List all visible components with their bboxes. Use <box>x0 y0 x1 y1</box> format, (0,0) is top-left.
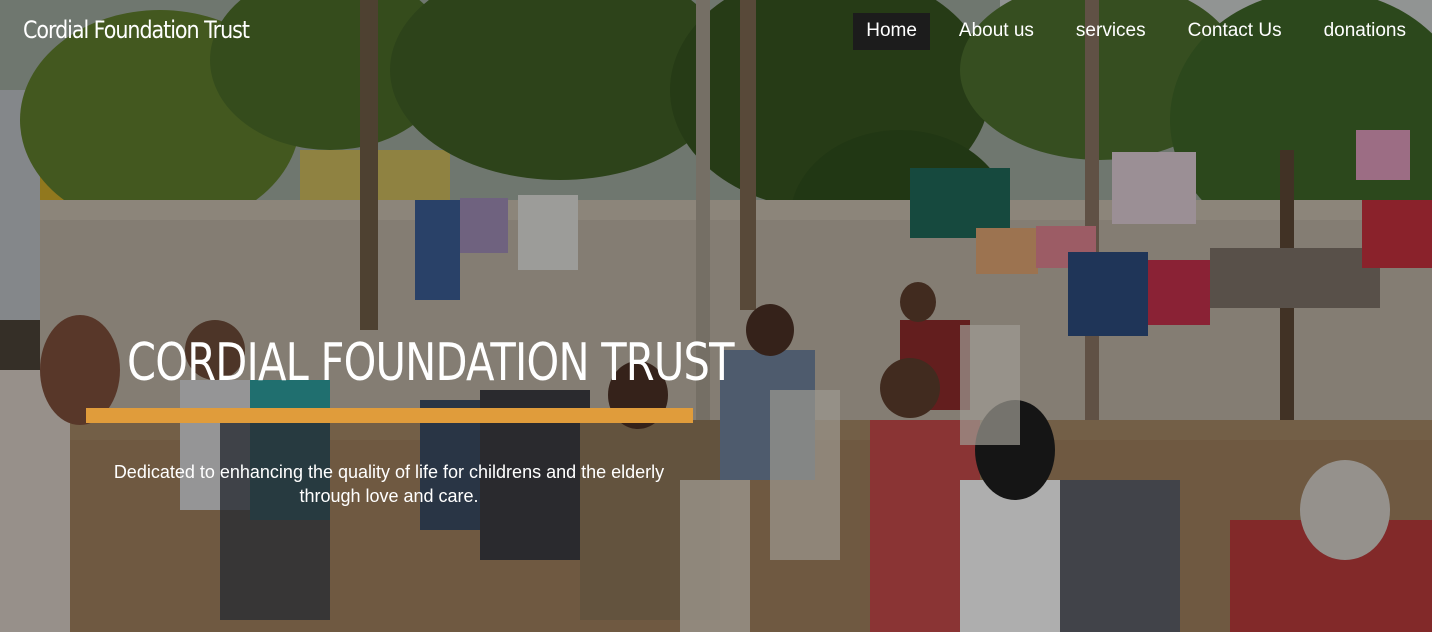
site-brand-logo[interactable]: Cordial Foundation Trust <box>23 16 250 44</box>
nav-home[interactable]: Home <box>853 13 930 50</box>
hero-title: CORDIAL FOUNDATION TRUST <box>127 333 735 393</box>
nav-contact-us[interactable]: Contact Us <box>1175 13 1295 50</box>
main-nav: Home About us services Contact Us donati… <box>853 13 1432 50</box>
nav-about-us[interactable]: About us <box>946 13 1047 50</box>
hero-dark-overlay <box>0 0 1432 632</box>
hero-tagline: Dedicated to enhancing the quality of li… <box>113 462 665 506</box>
nav-services[interactable]: services <box>1063 13 1159 50</box>
hero-title-underline <box>86 408 693 423</box>
hero-section: Cordial Foundation Trust Home About us s… <box>0 0 1432 632</box>
nav-donations[interactable]: donations <box>1311 13 1419 50</box>
